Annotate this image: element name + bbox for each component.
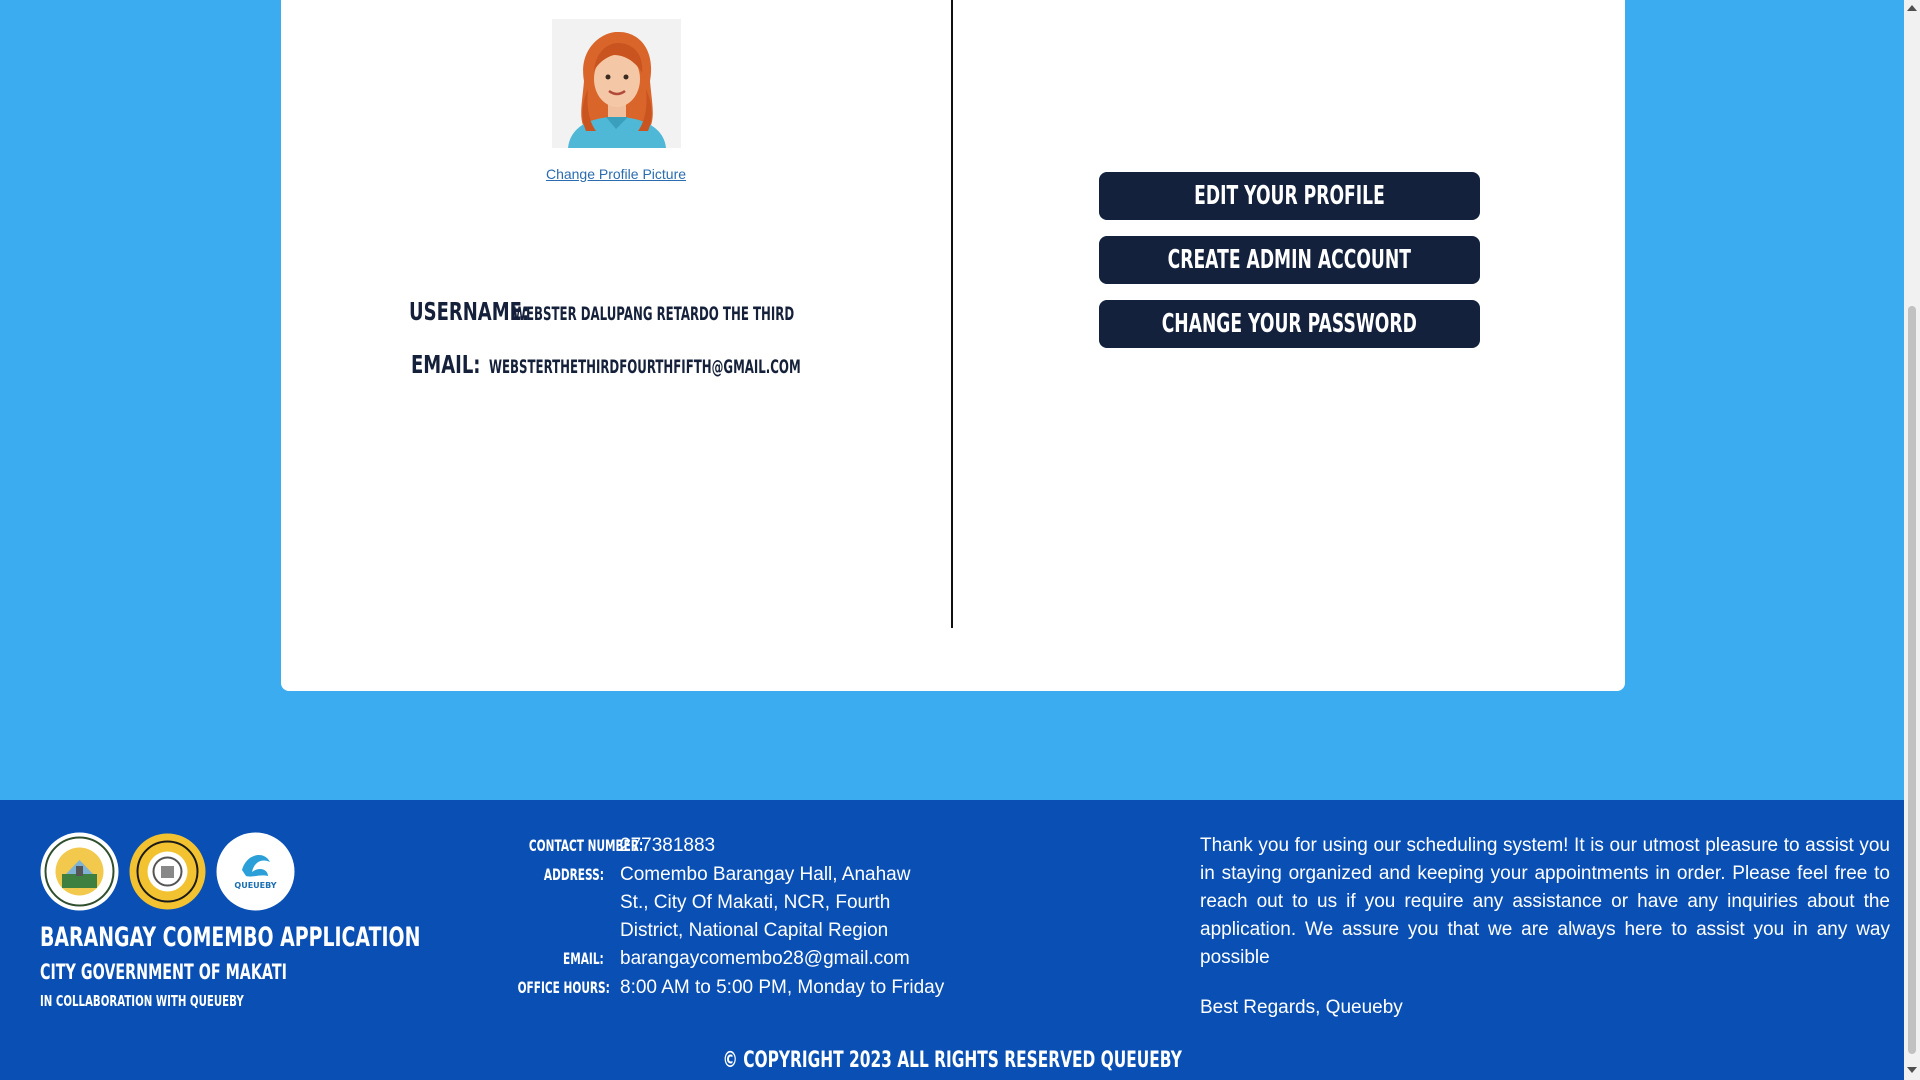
scroll-up-arrow-icon[interactable] — [1907, 5, 1917, 11]
regards-text: Best Regards, Queueby — [1200, 997, 1403, 1018]
profile-avatar — [552, 19, 681, 148]
create-admin-account-button[interactable]: CREATE ADMIN ACCOUNT — [1099, 236, 1480, 284]
change-password-label: CHANGE YOUR PASSWORD — [1161, 309, 1418, 339]
scroll-down-arrow-icon[interactable] — [1907, 1067, 1917, 1073]
footer: QUEUEBY BARANGAY COMEMBO APPLICATION CIT… — [0, 800, 1904, 1080]
footer-title: BARANGAY COMEMBO APPLICATION — [40, 922, 421, 953]
office-hours-value: 8:00 AM to 5:00 PM, Monday to Friday — [620, 977, 945, 998]
vertical-scrollbar[interactable] — [1904, 0, 1920, 1080]
office-hours-row: OFFICE HOURS: 8:00 AM to 5:00 PM, Monday… — [470, 974, 990, 1003]
create-admin-account-label: CREATE ADMIN ACCOUNT — [1167, 245, 1412, 275]
contact-number-value: 277381883 — [620, 835, 716, 856]
footer-collab: IN COLLABORATION WITH QUEUEBY — [40, 992, 244, 1010]
page: Change Profile Picture USERNAME: WEBSTER… — [0, 0, 1904, 1080]
footer-logos: QUEUEBY — [40, 832, 295, 911]
change-profile-picture-link[interactable]: Change Profile Picture — [491, 166, 741, 182]
contact-number-label: CONTACT NUMBER: — [528, 836, 644, 855]
footer-subtitle: CITY GOVERNMENT OF MAKATI — [40, 960, 287, 984]
scrollbar-thumb[interactable] — [1908, 306, 1916, 1054]
avatar-illustration-icon — [552, 19, 681, 148]
footer-email-row: EMAIL: barangaycomembo28@gmail.com — [470, 945, 990, 974]
vertical-divider — [951, 0, 953, 628]
footer-email-value[interactable]: barangaycomembo28@gmail.com — [620, 945, 960, 974]
office-hours-label: OFFICE HOURS: — [517, 978, 610, 997]
footer-contact: CONTACT NUMBER: 277381883 ADDRESS: Comem… — [470, 832, 990, 1003]
svg-text:QUEUEBY: QUEUEBY — [234, 881, 276, 890]
email-row: EMAIL: WEBSTERTHETHIRDFOURTHFIFTH@GMAIL.… — [411, 350, 992, 379]
footer-email-label: EMAIL: — [563, 949, 604, 968]
copyright: © COPYRIGHT 2023 ALL RIGHTS RESERVED QUE… — [0, 1048, 1904, 1073]
address-label: ADDRESS: — [543, 865, 604, 884]
comembo-seal-icon — [128, 832, 207, 911]
edit-profile-label: EDIT YOUR PROFILE — [1194, 181, 1385, 211]
email-label: EMAIL: — [411, 350, 481, 379]
thank-you-message: Thank you for using our scheduling syste… — [1200, 835, 1890, 968]
address-value: Comembo Barangay Hall, Anahaw St., City … — [620, 864, 911, 941]
edit-profile-button[interactable]: EDIT YOUR PROFILE — [1099, 172, 1480, 220]
username-row: USERNAME: WEBSTER DALUPANG RETARDO THE T… — [409, 297, 966, 326]
username-label: USERNAME: — [409, 297, 530, 326]
profile-card: Change Profile Picture USERNAME: WEBSTER… — [281, 0, 1625, 691]
queueby-logo-icon: QUEUEBY — [216, 832, 295, 911]
change-password-button[interactable]: CHANGE YOUR PASSWORD — [1099, 300, 1480, 348]
email-value: WEBSTERTHETHIRDFOURTHFIFTH@GMAIL.COM — [489, 356, 801, 378]
contact-number-row: CONTACT NUMBER: 277381883 — [470, 832, 990, 861]
username-value: WEBSTER DALUPANG RETARDO THE THIRD — [513, 303, 795, 325]
address-row: ADDRESS: Comembo Barangay Hall, Anahaw S… — [470, 861, 990, 945]
makati-seal-icon — [40, 832, 119, 911]
copyright-text: © COPYRIGHT 2023 ALL RIGHTS RESERVED QUE… — [722, 1048, 1182, 1073]
